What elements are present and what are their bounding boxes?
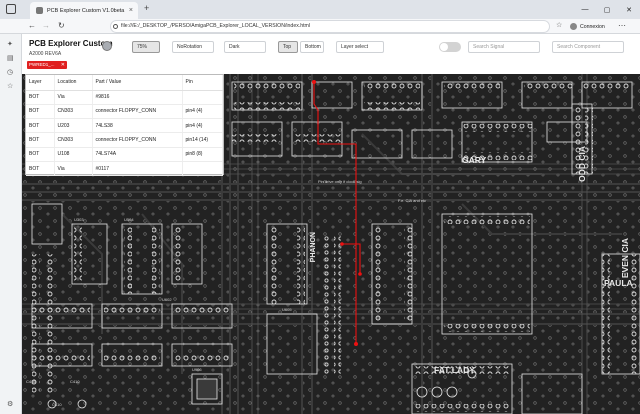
search-component-input[interactable]: Search Component bbox=[552, 41, 624, 53]
reload-button[interactable]: ↻ bbox=[58, 21, 65, 30]
column-header-pin: Pin bbox=[182, 75, 223, 91]
page-favicon-icon bbox=[36, 7, 43, 14]
fatlady-label: FAT LADY bbox=[434, 365, 475, 375]
cell-layer: BOT bbox=[26, 161, 55, 177]
table-row[interactable]: BOT CN303 connector FLOPPY_CONN pin14 (1… bbox=[26, 132, 223, 148]
c410-label: C410 bbox=[70, 379, 80, 384]
cell-layer: BOT bbox=[26, 90, 55, 105]
column-header-layer: Layer bbox=[26, 75, 55, 91]
history-icon[interactable]: ◷ bbox=[7, 68, 13, 76]
tab-title: PCB Explorer Custom V1.0beta bbox=[47, 7, 125, 14]
layer-select-button[interactable]: Layer select bbox=[336, 41, 384, 53]
cell-pin: pin14 (14) bbox=[182, 132, 223, 148]
u303-label: U303 bbox=[74, 217, 84, 222]
browser-toolbar: ← → ↻ file:///E:/_DESKTOP_/PERSO/AmigaPC… bbox=[0, 19, 640, 34]
cell-part: #0117 bbox=[92, 161, 183, 177]
window-controls: — ▢ ✕ bbox=[574, 0, 640, 19]
u602-label: U602 bbox=[162, 297, 172, 302]
address-url: file:///E:/_DESKTOP_/PERSO/AmigaPCB_Expl… bbox=[121, 23, 311, 29]
address-bar[interactable]: file:///E:/_DESKTOP_/PERSO/AmigaPCB_Expl… bbox=[110, 20, 550, 33]
browser-sidebar: ✦ ▤ ◷ ☆ ⚙ bbox=[0, 34, 22, 414]
column-header-part: Part / Value bbox=[92, 75, 183, 91]
maximize-button[interactable]: ▢ bbox=[596, 0, 618, 19]
cell-pin: pin4 (4) bbox=[182, 118, 223, 134]
browser-tab[interactable]: PCB Explorer Custom V1.0beta × bbox=[30, 2, 138, 19]
u906-label: U906 bbox=[192, 367, 202, 372]
cell-part: 74LS38 bbox=[92, 118, 183, 134]
close-window-button[interactable]: ✕ bbox=[618, 0, 640, 19]
paula-label: PAULA bbox=[604, 278, 633, 288]
app-title: PCB Explorer Custom bbox=[29, 39, 113, 48]
app-header: PCB Explorer Custom A2000 REV6A PWRED1_.… bbox=[22, 34, 640, 74]
cell-pin bbox=[182, 161, 223, 177]
column-header-location: Location bbox=[54, 75, 93, 91]
more-menu-button[interactable]: ⋯ bbox=[618, 21, 626, 30]
cell-part: #9816 bbox=[92, 90, 183, 105]
table-row[interactable]: BOT CN303 connector FLOPPY_CONN pin4 (4) bbox=[26, 104, 223, 120]
cell-location: U203 bbox=[54, 118, 93, 134]
cell-location: Via bbox=[54, 90, 93, 105]
table-row[interactable]: BOT U203 74LS38 pin4 (4) bbox=[26, 118, 223, 134]
results-table: Layer Location Part / Value Pin BOT Via … bbox=[26, 75, 223, 177]
filter-clear-icon[interactable]: ✕ bbox=[61, 61, 65, 69]
account-button[interactable]: Connexion bbox=[570, 21, 605, 32]
cell-pin: pin8 (8) bbox=[182, 147, 223, 162]
sparkle-icon[interactable]: ✦ bbox=[7, 40, 13, 48]
cell-part: 74LS74A bbox=[92, 147, 183, 162]
filter-chip-label: PWRED1_... bbox=[29, 62, 55, 67]
fanout-label: PHANON bbox=[310, 232, 317, 263]
zoom-button[interactable]: 75% bbox=[132, 41, 160, 53]
cell-part: connector FLOPPY_CONN bbox=[92, 104, 183, 120]
cell-pin: pin4 (4) bbox=[182, 104, 223, 120]
results-panel: Layer Location Part / Value Pin BOT Via … bbox=[25, 74, 224, 177]
u605-label: U605 bbox=[282, 307, 292, 312]
table-row[interactable]: BOT U108 74LS74A pin8 (8) bbox=[26, 147, 223, 162]
c405-label: C405 bbox=[26, 379, 36, 384]
back-button[interactable]: ← bbox=[28, 21, 36, 30]
results-header-row: Layer Location Part / Value Pin bbox=[26, 75, 223, 91]
new-tab-button[interactable]: + bbox=[144, 3, 149, 13]
gary-label: GARY bbox=[462, 155, 487, 165]
bottom-layer-button[interactable]: Bottom bbox=[300, 41, 324, 53]
forward-button[interactable]: → bbox=[42, 21, 50, 30]
even-cia-label: EVEN CIA bbox=[620, 238, 630, 279]
cell-layer: BOT bbox=[26, 147, 55, 162]
cell-location: CN303 bbox=[54, 104, 93, 120]
settings-icon[interactable]: ⚙ bbox=[7, 400, 13, 408]
c410b-label: C410 bbox=[52, 402, 62, 407]
table-row[interactable]: BOT Via #0117 bbox=[26, 161, 223, 177]
cell-location: CN303 bbox=[54, 132, 93, 148]
top-layer-button[interactable]: Top bbox=[278, 41, 298, 53]
odd-cia-label: ODD CIA bbox=[577, 146, 587, 182]
cell-layer: BOT bbox=[26, 118, 55, 134]
board-note: Pin drive only if clock sig bbox=[318, 179, 362, 184]
site-info-icon[interactable] bbox=[113, 24, 118, 29]
u504-label: U504 bbox=[124, 217, 134, 222]
toggle-knob bbox=[440, 43, 448, 51]
browser-tab-bar: PCB Explorer Custom V1.0beta × + — ▢ ✕ bbox=[0, 0, 640, 19]
cell-part: connector FLOPPY_CONN bbox=[92, 132, 183, 148]
cell-layer: BOT bbox=[26, 132, 55, 148]
minimize-button[interactable]: — bbox=[574, 0, 596, 19]
cell-location: U108 bbox=[54, 147, 93, 162]
table-row[interactable]: BOT Via #9816 bbox=[26, 90, 223, 105]
filter-chip[interactable]: PWRED1_... ✕ bbox=[27, 61, 67, 69]
account-label: Connexion bbox=[580, 23, 605, 30]
bookmark-icon[interactable]: ▤ bbox=[7, 54, 14, 62]
cell-pin bbox=[182, 90, 223, 105]
settings-gear-icon[interactable] bbox=[102, 41, 112, 51]
avatar-icon bbox=[570, 23, 577, 30]
board-name: A2000 REV6A bbox=[29, 51, 62, 57]
tab-close-icon[interactable]: × bbox=[129, 7, 133, 14]
tab-actions-icon[interactable] bbox=[6, 4, 16, 14]
read-aloud-icon[interactable]: ☆ bbox=[556, 21, 562, 29]
cell-layer: BOT bbox=[26, 104, 55, 120]
theme-button[interactable]: Dark bbox=[224, 41, 266, 53]
display-toggle[interactable] bbox=[439, 42, 461, 52]
cell-location: Via bbox=[54, 161, 93, 177]
star-icon[interactable]: ☆ bbox=[7, 82, 13, 90]
rotation-button[interactable]: NoRotation bbox=[172, 41, 214, 53]
search-signal-input[interactable]: Search Signal bbox=[468, 41, 540, 53]
cia-note: F.e. CIA and etc ... bbox=[398, 198, 431, 203]
